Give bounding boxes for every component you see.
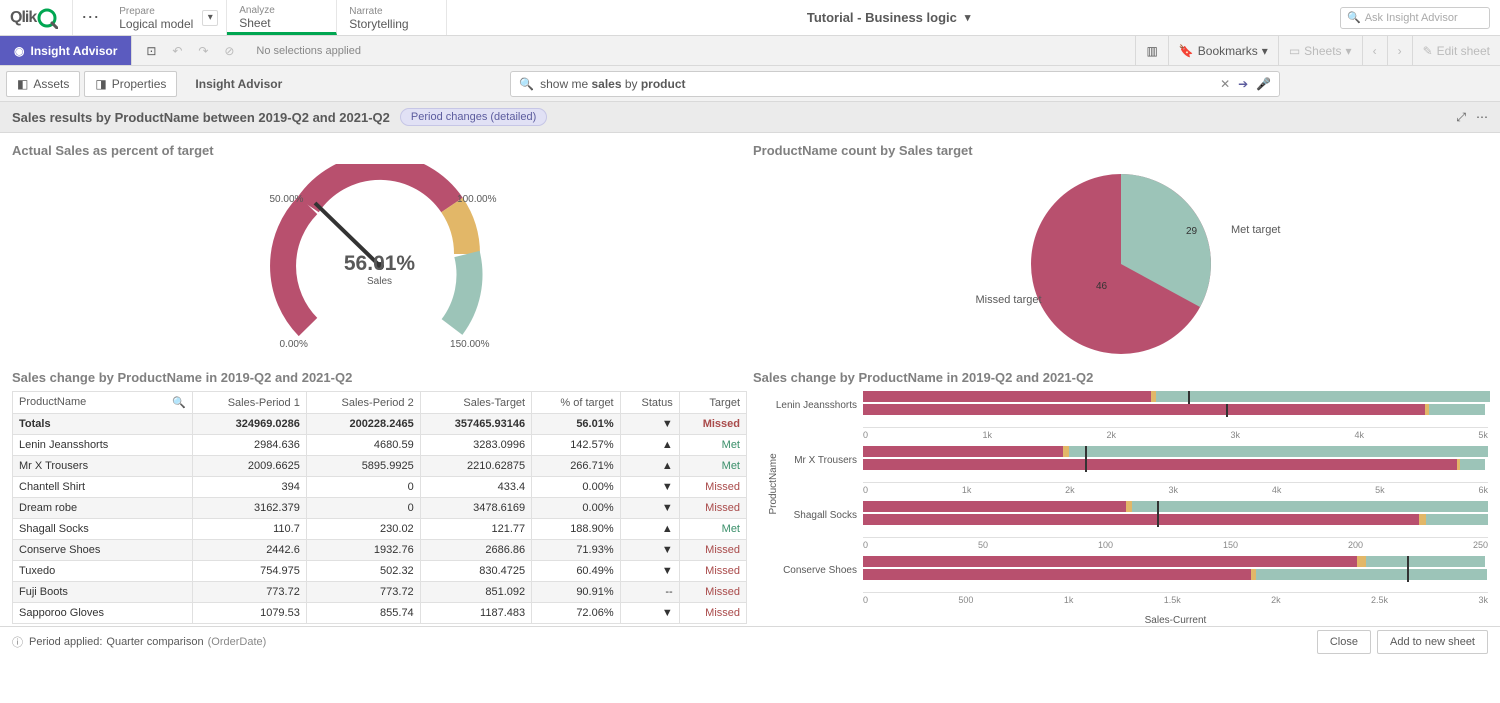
table-row[interactable]: Sapporoo Gloves1079.53855.741187.48372.0… [13, 603, 747, 624]
table-row[interactable]: Dream robe3162.37903478.61690.00%▼Missed [13, 498, 747, 519]
footer: ⓘ Period applied: Quarter comparison (Or… [0, 626, 1500, 656]
bar-row[interactable]: Lenin Jeansshorts [763, 391, 1488, 419]
col-header[interactable]: Sales-Target [420, 392, 531, 414]
col-header[interactable]: % of target [532, 392, 621, 414]
table-row[interactable]: Tuxedo754.975502.32830.472560.49%▼Missed [13, 561, 747, 582]
add-to-sheet-button[interactable]: Add to new sheet [1377, 630, 1488, 654]
table-row[interactable]: Mr X Trousers2009.66255895.99252210.6287… [13, 456, 747, 477]
bar-axis: 05001k1.5k2k2.5k3k [763, 592, 1488, 605]
table-row[interactable]: Fuji Boots773.72773.72851.09290.91%--Mis… [13, 582, 747, 603]
chevron-down-icon: ▾ [965, 11, 971, 24]
bars-card: Sales change by ProductName in 2019-Q2 a… [753, 370, 1488, 626]
chevron-down-icon[interactable]: ▾ [202, 10, 218, 26]
insight-label: Insight Advisor [181, 77, 296, 91]
bar-label: Conserve Shoes [763, 565, 863, 576]
bookmarks-button[interactable]: 🔖 Bookmarks ▾ [1168, 36, 1278, 65]
search-icon: 🔍 [519, 77, 534, 91]
selection-tools: ⊡ ↶ ↷ ⊘ [131, 36, 248, 65]
bookmark-icon: 🔖 [1179, 44, 1194, 58]
more-icon[interactable]: ⋯ [1476, 110, 1488, 125]
table-row[interactable]: Conserve Shoes2442.61932.762686.8671.93%… [13, 540, 747, 561]
logo: Qlik [0, 0, 73, 35]
pie-card: ProductName count by Sales target 29 46 … [753, 143, 1488, 364]
analysis-type-chip[interactable]: Period changes (detailed) [400, 108, 547, 126]
info-icon: ⓘ [12, 634, 23, 650]
table-row[interactable]: Lenin Jeansshorts2984.6364680.593283.099… [13, 435, 747, 456]
no-selections-label: No selections applied [248, 36, 369, 65]
search-icon: 🔍 [172, 396, 186, 409]
app-menu-icon[interactable]: ⋯ [73, 0, 107, 35]
eye-icon: ◉ [14, 44, 24, 58]
bar-axis: 01k2k3k4k5k6k [763, 482, 1488, 495]
bar-row[interactable]: Mr X Trousers [763, 446, 1488, 474]
toolbar: ◉ Insight Advisor ⊡ ↶ ↷ ⊘ No selections … [0, 36, 1500, 66]
properties-icon: ◨ [95, 77, 106, 91]
bar-row[interactable]: Shagall Socks [763, 501, 1488, 529]
step-back-icon[interactable]: ↶ [164, 44, 190, 58]
panel-bar: ◧ Assets ◨ Properties Insight Advisor 🔍 … [0, 66, 1500, 102]
col-header[interactable]: Target [679, 392, 746, 414]
edit-sheet-button[interactable]: ✎ Edit sheet [1412, 36, 1500, 65]
pencil-icon: ✎ [1423, 44, 1433, 58]
table-row[interactable]: Shagall Socks110.7230.02121.77188.90%▲Me… [13, 519, 747, 540]
mic-icon[interactable]: 🎤 [1256, 77, 1271, 91]
table-card: Sales change by ProductName in 2019-Q2 a… [12, 370, 747, 626]
search-text: show me sales by product [540, 77, 1212, 91]
pie-chart[interactable]: 29 46 Missed target Met target [931, 164, 1311, 364]
dashboard: Actual Sales as percent of target 56.01%… [0, 133, 1500, 626]
assets-button[interactable]: ◧ Assets [6, 71, 80, 97]
tab-narrate[interactable]: Narrate Storytelling [337, 0, 447, 35]
chevron-down-icon: ▾ [1262, 44, 1268, 58]
bar-axis: 050100150200250 [763, 537, 1488, 550]
tab-analyze[interactable]: Analyze Sheet [227, 0, 337, 35]
top-bar: Qlik ⋯ Prepare Logical model ▾ Analyze S… [0, 0, 1500, 36]
properties-button[interactable]: ◨ Properties [84, 71, 177, 97]
bar-label: Lenin Jeansshorts [763, 400, 863, 411]
tab-prepare[interactable]: Prepare Logical model ▾ [107, 0, 227, 35]
step-forward-icon[interactable]: ↷ [190, 44, 216, 58]
close-button[interactable]: Close [1317, 630, 1371, 654]
bar-axis: 01k2k3k4k5k [763, 427, 1488, 440]
top-search: 🔍 Ask Insight Advisor [1330, 0, 1500, 35]
table-row[interactable]: Chantell Shirt3940433.40.00%▼Missed [13, 477, 747, 498]
col-header[interactable]: Sales-Period 2 [306, 392, 420, 414]
bars-chart[interactable]: Lenin Jeansshorts 01k2k3k4k5k Mr X Trouser… [763, 391, 1488, 605]
results-header: Sales results by ProductName between 201… [0, 102, 1500, 133]
clear-selections-icon[interactable]: ⊘ [216, 44, 242, 58]
search-icon: 🔍 [1347, 11, 1361, 24]
selections-tool-icon[interactable]: ▥ [1135, 36, 1167, 65]
sheets-button[interactable]: ▭ Sheets ▾ [1278, 36, 1362, 65]
gauge-chart[interactable]: 56.01% Sales 0.00% 50.00% 100.00% 150.00… [245, 164, 515, 359]
ask-insight-input[interactable]: 🔍 Ask Insight Advisor [1340, 7, 1490, 29]
clear-icon[interactable]: ✕ [1220, 77, 1230, 91]
results-table[interactable]: ProductName🔍Sales-Period 1Sales-Period 2… [12, 391, 747, 624]
app-title[interactable]: Tutorial - Business logic ▾ [447, 0, 1330, 35]
chevron-down-icon: ▾ [1346, 44, 1352, 58]
smart-search-icon[interactable]: ⊡ [138, 44, 164, 58]
bar-row[interactable]: Conserve Shoes [763, 556, 1488, 584]
fullscreen-icon[interactable]: ⤢ [1456, 110, 1466, 125]
submit-icon[interactable]: ➔ [1238, 77, 1248, 91]
nav-tabs: Prepare Logical model ▾ Analyze Sheet Na… [107, 0, 447, 35]
col-header[interactable]: ProductName🔍 [13, 392, 193, 414]
col-header[interactable]: Sales-Period 1 [193, 392, 307, 414]
svg-text:29: 29 [1186, 226, 1198, 237]
prev-sheet-button[interactable]: ‹ [1362, 36, 1387, 65]
logo-text: Qlik [10, 9, 36, 27]
gauge-card: Actual Sales as percent of target 56.01%… [12, 143, 747, 364]
insight-advisor-button[interactable]: ◉ Insight Advisor [0, 36, 131, 65]
svg-text:46: 46 [1096, 281, 1108, 292]
sheets-icon: ▭ [1289, 44, 1300, 58]
next-sheet-button[interactable]: › [1387, 36, 1412, 65]
table-header-row: ProductName🔍Sales-Period 1Sales-Period 2… [13, 392, 747, 414]
col-header[interactable]: Status [620, 392, 679, 414]
table-totals-row: Totals324969.0286200228.2465357465.93146… [13, 414, 747, 435]
assets-icon: ◧ [17, 77, 28, 91]
results-title: Sales results by ProductName between 201… [12, 110, 390, 125]
insight-search-input[interactable]: 🔍 show me sales by product ✕ ➔ 🎤 [510, 71, 1280, 97]
qlik-logo-icon [36, 7, 58, 29]
